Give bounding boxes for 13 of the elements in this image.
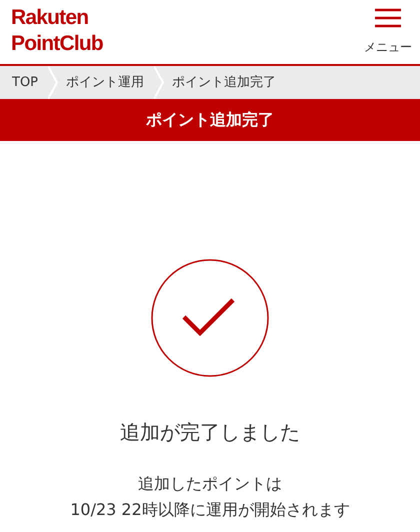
result-heading: 追加が完了しました xyxy=(120,419,300,446)
page-title: ポイント追加完了 xyxy=(0,99,420,141)
breadcrumb-separator-icon xyxy=(154,66,164,99)
result-message: 追加したポイントは 10/23 22時以降に運用が開始されます xyxy=(70,473,350,521)
menu-button[interactable]: メニュー xyxy=(364,0,412,56)
logo-text: PointClub xyxy=(11,31,103,57)
breadcrumb-link[interactable]: TOP xyxy=(0,66,48,99)
menu-icon xyxy=(375,8,401,28)
breadcrumb-link[interactable]: ポイント追加完了 xyxy=(164,66,286,99)
breadcrumb-separator-icon xyxy=(48,66,58,99)
breadcrumb-link[interactable]: ポイント運用 xyxy=(58,66,154,99)
check-circle-icon xyxy=(151,259,269,377)
logo-text: Rakuten xyxy=(11,5,90,31)
